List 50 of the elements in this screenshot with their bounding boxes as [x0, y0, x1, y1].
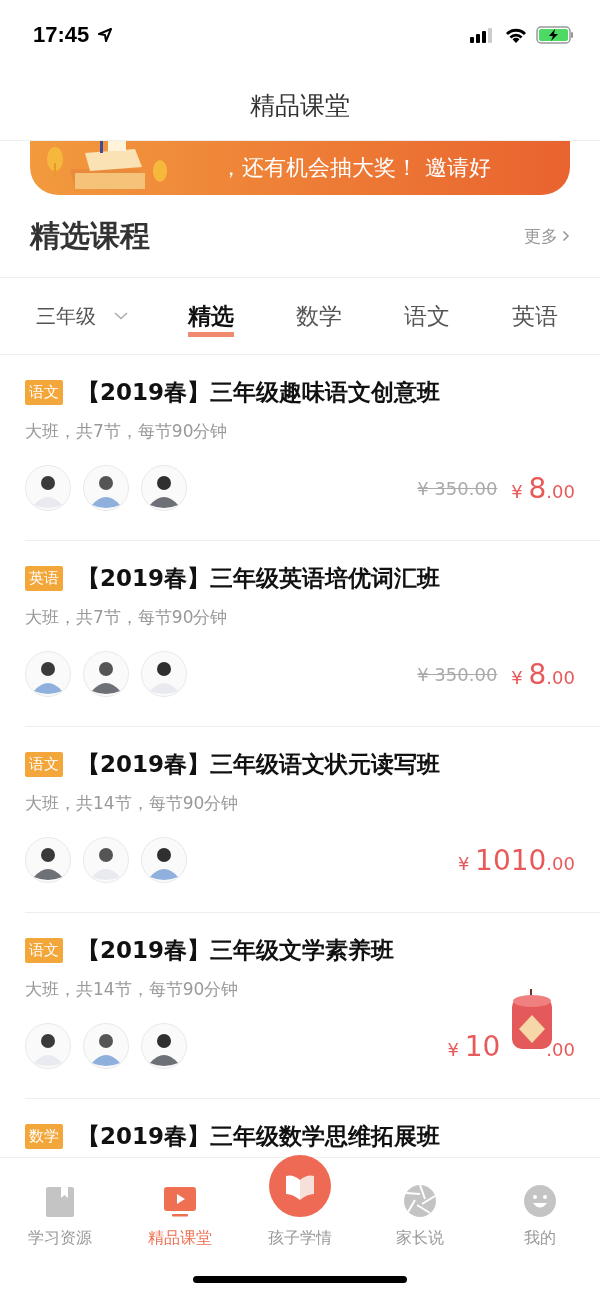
- avatar-icon: [141, 837, 187, 883]
- course-info: 大班，共7节，每节90分钟: [25, 606, 229, 629]
- avatar-icon: [25, 651, 71, 697]
- avatar-icon: [83, 1023, 129, 1069]
- course-info: 大班，共14节，每节90分钟: [25, 978, 240, 1001]
- avatar-icon: [83, 465, 129, 511]
- grade-dropdown[interactable]: 三年级: [36, 302, 128, 330]
- subject-tag: 语文: [25, 752, 63, 777]
- course-title[interactable]: 【2019春】三年级数学思维拓展班: [77, 1121, 440, 1152]
- subject-tag: 语文: [25, 938, 63, 963]
- course-title[interactable]: 【2019春】三年级英语培优词汇班: [77, 563, 440, 594]
- course-info: 大班，共7节，每节90分钟: [25, 420, 229, 443]
- page-title: 精品课堂: [250, 89, 350, 122]
- original-price: ¥ 350.00: [417, 477, 498, 499]
- course-title[interactable]: 【2019春】三年级文学素养班: [77, 935, 394, 966]
- avatar-icon: [25, 465, 71, 511]
- course-title[interactable]: 【2019春】三年级语文状元读写班: [77, 749, 440, 780]
- play-screen-icon: [163, 1186, 197, 1218]
- price: ¥ 10 .00: [447, 1029, 575, 1063]
- book-icon: [45, 1186, 75, 1218]
- status-time: 17:45: [33, 22, 90, 48]
- course-info: 大班，共14节，每节90分钟: [25, 792, 240, 815]
- subject-tag: 语文: [25, 380, 63, 405]
- price: ¥ 8.00: [511, 657, 575, 691]
- chevron-right-icon: [562, 230, 570, 242]
- avatar-icon: [141, 465, 187, 511]
- subject-tag: 英语: [25, 566, 63, 591]
- avatar-icon: [25, 837, 71, 883]
- section-title: 精选课程: [30, 216, 150, 255]
- avatar-icon: [141, 651, 187, 697]
- banner-text: ，还有机会抽大奖！ 邀请好: [220, 154, 491, 182]
- smiley-icon: [523, 1184, 557, 1218]
- price: ¥ 1010.00: [457, 843, 575, 877]
- subject-tag: 数学: [25, 1124, 63, 1149]
- chevron-down-icon: [114, 312, 128, 320]
- avatar-icon: [25, 1023, 71, 1069]
- avatar-icon: [83, 651, 129, 697]
- wifi-icon: [504, 26, 528, 44]
- subject-tab[interactable]: 数学: [296, 294, 396, 338]
- price: ¥ 8.00: [511, 471, 575, 505]
- subject-tab[interactable]: 精选: [188, 294, 288, 338]
- course-title[interactable]: 【2019春】三年级趣味语文创意班: [77, 377, 440, 408]
- avatar-icon: [83, 837, 129, 883]
- subject-tab[interactable]: 英语: [512, 294, 600, 338]
- aperture-icon: [403, 1184, 437, 1218]
- location-arrow-icon: [97, 27, 114, 43]
- avatar-icon: [141, 1023, 187, 1069]
- subject-tab[interactable]: 语文: [404, 294, 504, 338]
- battery-icon: [536, 26, 574, 44]
- original-price: ¥ 350.00: [417, 663, 498, 685]
